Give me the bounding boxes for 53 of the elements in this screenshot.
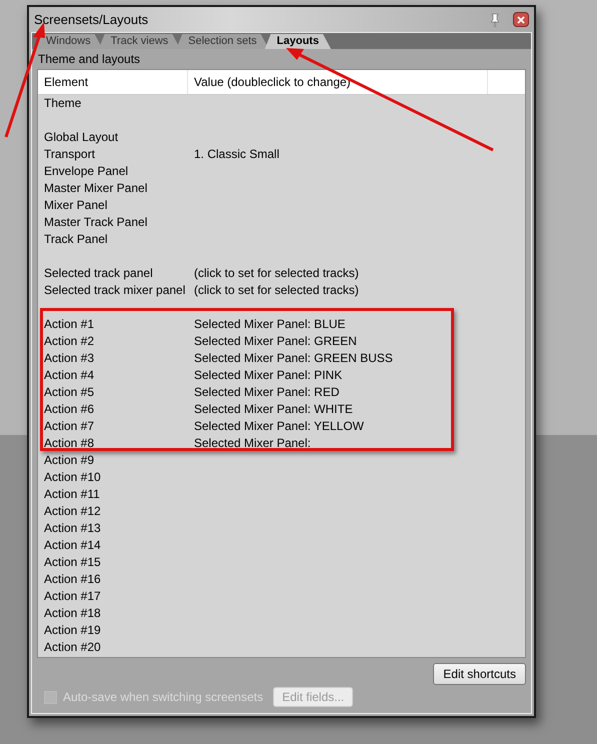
window-title: Screensets/Layouts xyxy=(34,10,148,29)
element-cell[interactable]: Action #15 xyxy=(38,554,188,571)
element-cell[interactable]: Master Track Panel xyxy=(38,214,188,231)
element-cell[interactable]: Track Panel xyxy=(38,231,188,248)
element-cell[interactable]: Action #4 xyxy=(38,367,188,384)
element-cell[interactable]: Action #5 xyxy=(38,384,188,401)
value-cell[interactable]: (click to set for selected tracks) xyxy=(188,282,365,299)
element-cell[interactable]: Action #2 xyxy=(38,333,188,350)
element-cell[interactable]: Action #1 xyxy=(38,316,188,333)
element-cell[interactable]: Action #16 xyxy=(38,571,188,588)
value-cell[interactable]: Selected Mixer Panel: xyxy=(188,435,317,452)
column-header[interactable]: Value (doubleclick to change) xyxy=(188,70,488,94)
element-cell[interactable]: Selected track mixer panel xyxy=(38,282,188,299)
element-cell[interactable]: Action #17 xyxy=(38,588,188,605)
element-cell[interactable]: Action #13 xyxy=(38,520,188,537)
element-cell[interactable]: Action #3 xyxy=(38,350,188,367)
value-cell[interactable]: Selected Mixer Panel: PINK xyxy=(188,367,348,384)
value-cell[interactable]: Selected Mixer Panel: BLUE xyxy=(188,316,352,333)
value-cell[interactable]: Selected Mixer Panel: WHITE xyxy=(188,401,359,418)
value-cell[interactable]: Selected Mixer Panel: GREEN BUSS xyxy=(188,350,399,367)
element-cell[interactable]: Action #6 xyxy=(38,401,188,418)
column-header[interactable]: Element xyxy=(38,70,188,94)
element-cell[interactable]: Action #20 xyxy=(38,639,188,656)
element-cell[interactable]: Action #19 xyxy=(38,622,188,639)
tab[interactable]: Track views xyxy=(98,34,180,49)
element-cell[interactable]: Action #11 xyxy=(38,486,188,503)
section-label: Theme and layouts xyxy=(38,51,140,68)
edit-shortcuts-button[interactable]: Edit shortcuts xyxy=(433,663,526,685)
value-cell[interactable]: Selected Mixer Panel: GREEN xyxy=(188,333,363,350)
element-cell[interactable]: Theme xyxy=(38,95,188,112)
element-cell[interactable]: Global Layout xyxy=(38,129,188,146)
tab[interactable]: Layouts xyxy=(264,34,331,49)
tab[interactable]: Windows xyxy=(34,34,103,49)
element-cell[interactable]: Action #8 xyxy=(38,435,188,452)
pin-icon[interactable] xyxy=(489,12,501,26)
element-cell[interactable]: Action #14 xyxy=(38,537,188,554)
value-cell[interactable]: Selected Mixer Panel: YELLOW xyxy=(188,418,370,435)
element-cell[interactable]: Transport xyxy=(38,146,188,163)
value-cell[interactable]: Selected Mixer Panel: RED xyxy=(188,384,346,401)
value-cell[interactable]: 1. Classic Small xyxy=(188,146,286,163)
element-cell[interactable]: Action #9 xyxy=(38,452,188,469)
close-icon xyxy=(517,16,525,24)
tab[interactable]: Selection sets xyxy=(176,34,269,49)
element-cell[interactable]: Action #7 xyxy=(38,418,188,435)
element-cell[interactable]: Action #10 xyxy=(38,469,188,486)
element-cell[interactable]: Action #12 xyxy=(38,503,188,520)
element-cell[interactable]: Envelope Panel xyxy=(38,163,188,180)
element-cell[interactable]: Selected track panel xyxy=(38,265,188,282)
value-cell[interactable]: (click to set for selected tracks) xyxy=(188,265,365,282)
close-button[interactable] xyxy=(513,12,529,27)
element-cell[interactable]: Master Mixer Panel xyxy=(38,180,188,197)
element-cell[interactable]: Mixer Panel xyxy=(38,197,188,214)
element-cell[interactable]: Action #18 xyxy=(38,605,188,622)
